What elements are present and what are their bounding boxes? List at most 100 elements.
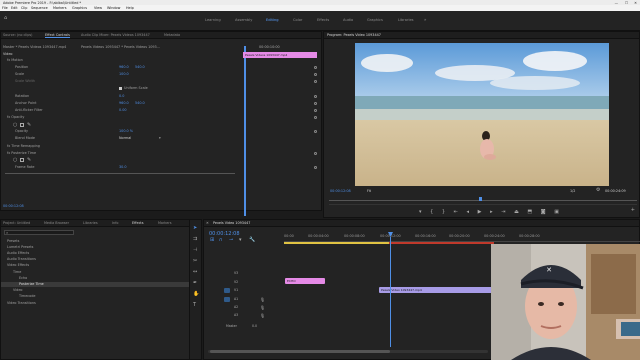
insert-nest-icon[interactable]: ⊞ (210, 238, 214, 243)
workspace-color[interactable]: Color (293, 18, 302, 22)
workspace-audio[interactable]: Audio (343, 18, 353, 22)
menu-graphics[interactable]: Graphics (72, 6, 87, 10)
program-add-button-icon[interactable]: + (631, 208, 635, 213)
menu-window[interactable]: Window (107, 6, 120, 10)
workspaces-more-icon[interactable]: » (424, 17, 426, 22)
prop-scale-value[interactable]: 100.0 (119, 72, 129, 76)
fx-time-remapping[interactable]: fx Time Remapping (7, 144, 40, 148)
tree-echo[interactable]: Echo (19, 276, 27, 280)
mask-ellipse-icon[interactable]: ○ (13, 122, 17, 128)
clip-pexels-v1[interactable]: Pexels Video 1093447.mp4 (379, 287, 493, 293)
ripple-edit-tool-icon[interactable]: ⊣ (193, 248, 197, 253)
keyframe-anchor-icon[interactable] (314, 102, 317, 105)
prop-frame-rate-value[interactable]: 30.0 (119, 165, 127, 169)
tree-audio-effects[interactable]: Audio Effects (7, 251, 29, 255)
program-fit-select[interactable]: Fit (367, 189, 371, 193)
workspace-graphics[interactable]: Graphics (367, 18, 383, 22)
menu-file[interactable]: File (2, 6, 8, 10)
keyframe-posterize-icon[interactable] (314, 152, 317, 155)
track-label-a1[interactable]: A1 (234, 297, 238, 301)
prop-opacity-value[interactable]: 100.0 % (119, 129, 133, 133)
keyframe-frame-rate-icon[interactable] (314, 166, 317, 169)
blend-mode-chevron-down-icon[interactable]: ▾ (159, 136, 161, 140)
mask-rect-icon-2[interactable] (20, 158, 24, 162)
master-clip-selector[interactable]: Master * Pexels Videos 1093447.mp4 (3, 45, 66, 49)
tab-effect-controls[interactable]: Effect Controls (45, 33, 70, 38)
tree-posterize-time[interactable]: Posterize Time (19, 282, 44, 286)
program-timecode[interactable]: 00:00:12:08 (330, 189, 351, 193)
tree-time[interactable]: Time (13, 270, 21, 274)
keyframe-opacity-section-icon[interactable] (314, 116, 317, 119)
add-marker-icon[interactable]: ▾ (419, 209, 422, 215)
track-label-v2[interactable]: V2 (234, 280, 238, 284)
tab-sequence[interactable]: Pexels Video 1093447 (213, 221, 250, 225)
razor-tool-icon[interactable]: ✂ (193, 259, 197, 264)
tab-project[interactable]: Project: Untitled (3, 221, 30, 225)
keyframe-rotation-icon[interactable] (314, 95, 317, 98)
menu-help[interactable]: Help (126, 6, 134, 10)
type-tool-icon[interactable]: T (193, 303, 196, 308)
tree-presets[interactable]: Presets (7, 239, 19, 243)
track-label-a3[interactable]: A3 (234, 313, 238, 317)
mini-clip-bar[interactable]: Pexels Videos 1093447.mp4 (243, 52, 317, 58)
hand-tool-icon[interactable]: ✋ (193, 292, 199, 297)
step-forward-icon[interactable]: ▸ (490, 209, 493, 215)
program-playhead[interactable] (479, 197, 482, 201)
program-video-frame[interactable] (355, 43, 609, 186)
tab-info[interactable]: Info (112, 221, 118, 225)
workspace-libraries[interactable]: Libraries (398, 18, 414, 22)
extract-icon[interactable]: ⬒ (527, 209, 532, 215)
program-quality-select[interactable]: 1/2 (570, 189, 575, 193)
track-select-tool-icon[interactable]: ⇉ (193, 237, 197, 242)
tree-video-effects[interactable]: Video Effects (7, 263, 29, 267)
tab-effects[interactable]: Effects (132, 221, 144, 225)
linked-selection-icon[interactable]: ⊸ (229, 238, 233, 243)
a1-source-patch[interactable] (224, 297, 230, 302)
workspace-assembly[interactable]: Assembly (235, 18, 252, 22)
timeline-close-icon[interactable]: ✕ (206, 221, 209, 225)
master-volume-value[interactable]: 0.0 (252, 324, 257, 328)
fx-opacity[interactable]: fx Opacity (7, 115, 24, 119)
tree-timecode[interactable]: Timecode (19, 294, 35, 298)
menu-edit[interactable]: Edit (11, 6, 18, 10)
prop-anti-flicker-value[interactable]: 0.00 (119, 108, 127, 112)
menu-view[interactable]: View (94, 6, 102, 10)
mark-in-icon[interactable]: { (430, 209, 433, 215)
tab-metadata[interactable]: Metadata (164, 33, 180, 37)
comparison-view-icon[interactable]: ▣ (554, 209, 559, 215)
effect-controls-timecode[interactable]: 00:00:12:08 (3, 204, 24, 208)
keyframe-opacity-icon[interactable] (314, 130, 317, 133)
slip-tool-icon[interactable]: ↔ (193, 270, 197, 275)
mark-out-icon[interactable]: } (442, 209, 445, 215)
go-to-out-icon[interactable]: ⇥ (501, 209, 505, 215)
add-marker-timeline-icon[interactable]: ▾ (239, 238, 242, 243)
timeline-scroll-thumb[interactable] (210, 350, 390, 353)
home-icon[interactable]: ⌂ (4, 16, 7, 21)
track-label-v3[interactable]: V3 (234, 271, 238, 275)
clip-echo-v2[interactable]: ECHO (285, 278, 325, 284)
clip-selector[interactable]: Pexels Videos 1093447 * Pexels Videos 10… (81, 45, 160, 49)
lift-icon[interactable]: ⏏ (514, 209, 519, 215)
export-frame-icon[interactable]: ◙ (541, 209, 546, 215)
timeline-playhead-line[interactable] (390, 237, 391, 347)
tree-video[interactable]: Video (13, 288, 23, 292)
program-zoom-bar[interactable] (329, 204, 637, 205)
menu-markers[interactable]: Markers (53, 6, 67, 10)
mask-ellipse-icon-2[interactable]: ○ (13, 157, 17, 163)
fx-motion[interactable]: fx Motion (7, 58, 23, 62)
time-ruler[interactable]: 00:00 00:00:04:00 00:00:08:00 00:00:12:0… (284, 233, 640, 242)
tree-lumetri-presets[interactable]: Lumetri Presets (7, 245, 33, 249)
blend-mode-select[interactable]: Normal (119, 136, 131, 140)
menu-sequence[interactable]: Sequence (31, 6, 48, 10)
fx-posterize-time[interactable]: fx Posterize Time (7, 151, 36, 155)
maximize-button[interactable]: ☐ (625, 1, 628, 5)
mini-playhead[interactable] (244, 46, 246, 216)
effects-search-input[interactable]: ⌕ (4, 230, 74, 235)
keyframe-anti-flicker-icon[interactable] (314, 109, 317, 112)
play-icon[interactable]: ▶ (478, 209, 482, 215)
track-label-v1[interactable]: V1 (234, 288, 238, 292)
minimize-button[interactable]: — (615, 1, 618, 5)
step-back-icon[interactable]: ◂ (467, 209, 470, 215)
a1-mic-icon[interactable]: 🎙 (260, 297, 265, 302)
work-area-bar[interactable] (284, 242, 389, 244)
